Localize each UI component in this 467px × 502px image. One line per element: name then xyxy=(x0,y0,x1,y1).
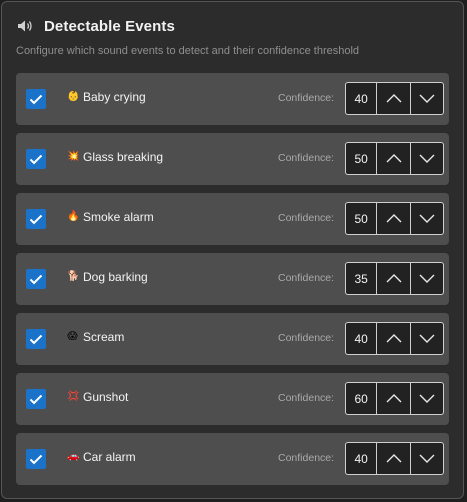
decrement-button[interactable] xyxy=(411,443,443,474)
event-checkbox[interactable] xyxy=(26,389,46,409)
confidence-label: Confidence: xyxy=(278,212,335,224)
confidence-stepper[interactable]: 40 xyxy=(345,322,444,355)
fire-icon: 🔥 xyxy=(67,211,80,222)
event-label: Scream xyxy=(83,330,125,344)
confidence-stepper[interactable]: 40 xyxy=(345,82,444,115)
confidence-stepper[interactable]: 50 xyxy=(345,142,444,175)
increment-button[interactable] xyxy=(377,443,411,474)
chevron-down-icon xyxy=(419,94,435,103)
chevron-up-icon xyxy=(386,454,402,463)
dog-icon: 🐕 xyxy=(67,271,80,282)
confidence-value[interactable]: 40 xyxy=(346,443,378,474)
check-icon xyxy=(29,454,43,464)
chevron-down-icon xyxy=(419,334,435,343)
decrement-button[interactable] xyxy=(411,83,443,114)
event-label: Dog barking xyxy=(83,270,148,284)
chevron-up-icon xyxy=(386,154,402,163)
chevron-up-icon xyxy=(386,334,402,343)
chevron-down-icon xyxy=(419,274,435,283)
event-label: Car alarm xyxy=(83,450,136,464)
chevron-up-icon xyxy=(386,394,402,403)
confidence-label: Confidence: xyxy=(278,392,335,404)
confidence-value[interactable]: 50 xyxy=(346,143,378,174)
confidence-value[interactable]: 35 xyxy=(346,263,378,294)
event-row: 💥 Glass breaking Confidence: 50 xyxy=(16,133,449,185)
check-icon xyxy=(29,154,43,164)
confidence-label: Confidence: xyxy=(278,92,335,104)
event-checkbox[interactable] xyxy=(26,269,46,289)
speaker-icon xyxy=(18,20,32,32)
increment-button[interactable] xyxy=(377,83,411,114)
event-checkbox[interactable] xyxy=(26,89,46,109)
confidence-label: Confidence: xyxy=(278,272,335,284)
check-icon xyxy=(29,334,43,344)
check-icon xyxy=(29,94,43,104)
check-icon xyxy=(29,214,43,224)
decrement-button[interactable] xyxy=(411,383,443,414)
confidence-value[interactable]: 60 xyxy=(346,383,378,414)
scream-icon: 😱 xyxy=(67,331,78,342)
glass-icon: 💥 xyxy=(67,151,80,162)
chevron-down-icon xyxy=(419,154,435,163)
event-checkbox[interactable] xyxy=(26,329,46,349)
chevron-up-icon xyxy=(386,214,402,223)
increment-button[interactable] xyxy=(377,203,411,234)
chevron-down-icon xyxy=(419,394,435,403)
confidence-value[interactable]: 40 xyxy=(346,323,378,354)
gunshot-icon: 💢 xyxy=(67,391,80,402)
increment-button[interactable] xyxy=(377,263,411,294)
decrement-button[interactable] xyxy=(411,323,443,354)
baby-icon: 👶 xyxy=(67,91,80,102)
event-label: Gunshot xyxy=(83,390,129,404)
car-icon: 🚗 xyxy=(67,451,80,462)
event-row: 😱 Scream Confidence: 40 xyxy=(16,313,449,365)
confidence-value[interactable]: 40 xyxy=(346,83,378,114)
event-label: Glass breaking xyxy=(83,150,164,164)
confidence-label: Confidence: xyxy=(278,452,335,464)
decrement-button[interactable] xyxy=(411,143,443,174)
decrement-button[interactable] xyxy=(411,263,443,294)
confidence-value[interactable]: 50 xyxy=(346,203,378,234)
chevron-up-icon xyxy=(386,274,402,283)
confidence-label: Confidence: xyxy=(278,332,335,344)
event-row: 👶 Baby crying Confidence: 40 xyxy=(16,73,449,125)
chevron-down-icon xyxy=(419,454,435,463)
confidence-stepper[interactable]: 60 xyxy=(345,382,444,415)
event-checkbox[interactable] xyxy=(26,149,46,169)
increment-button[interactable] xyxy=(377,143,411,174)
increment-button[interactable] xyxy=(377,323,411,354)
check-icon xyxy=(29,394,43,404)
event-row: 🔥 Smoke alarm Confidence: 50 xyxy=(16,193,449,245)
decrement-button[interactable] xyxy=(411,203,443,234)
check-icon xyxy=(29,274,43,284)
event-row: 🚗 Car alarm Confidence: 40 xyxy=(16,433,449,485)
confidence-stepper[interactable]: 40 xyxy=(345,442,444,475)
event-row: 💢 Gunshot Confidence: 60 xyxy=(16,373,449,425)
chevron-up-icon xyxy=(386,94,402,103)
event-row: 🐕 Dog barking Confidence: 35 xyxy=(16,253,449,305)
panel-title: Detectable Events xyxy=(44,17,175,35)
confidence-label: Confidence: xyxy=(278,152,335,164)
confidence-stepper[interactable]: 50 xyxy=(345,202,444,235)
event-checkbox[interactable] xyxy=(26,449,46,469)
event-label: Baby crying xyxy=(83,90,146,104)
panel-subtitle: Configure which sound events to detect a… xyxy=(16,45,360,57)
event-label: Smoke alarm xyxy=(83,210,154,224)
detectable-events-panel: Detectable Events Configure which sound … xyxy=(1,1,464,499)
event-checkbox[interactable] xyxy=(26,209,46,229)
confidence-stepper[interactable]: 35 xyxy=(345,262,444,295)
panel-header: Detectable Events xyxy=(17,16,175,36)
increment-button[interactable] xyxy=(377,383,411,414)
chevron-down-icon xyxy=(419,214,435,223)
